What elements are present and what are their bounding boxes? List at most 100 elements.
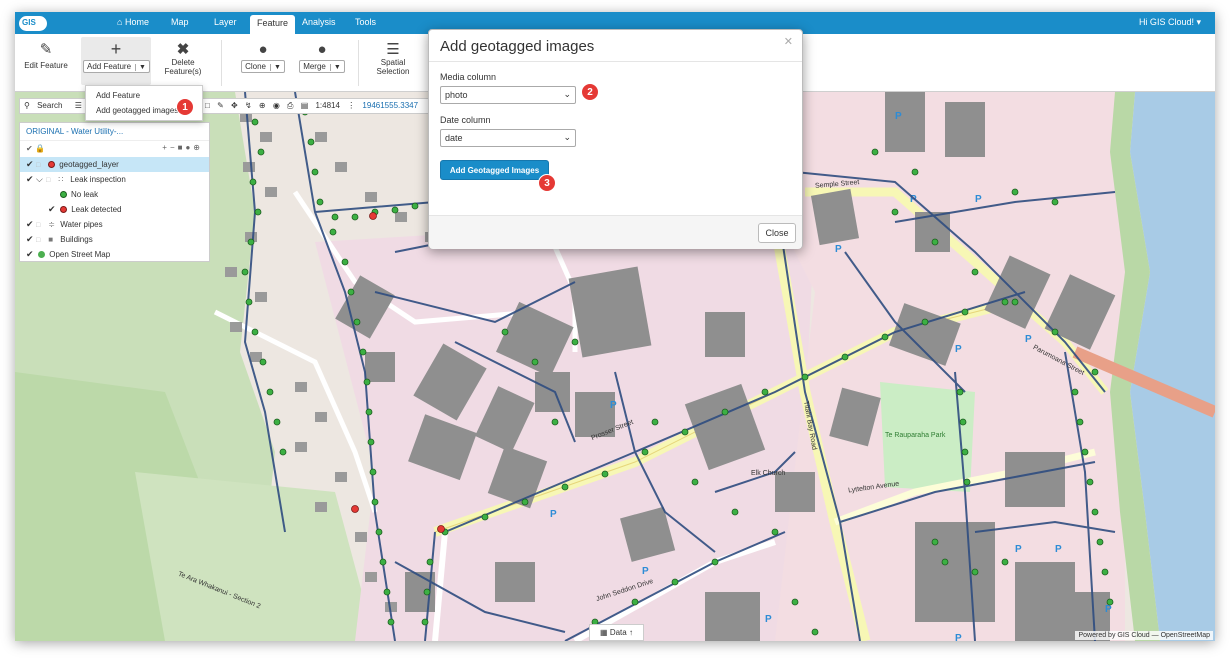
lock-icon[interactable]: □ (46, 173, 56, 188)
map-search-bar: ⚲ Search ☰ (19, 98, 92, 114)
map-tools-bar: □ ✎ ✥ ↯ ⊕ ◉ ⎙ ▤ 1:4814 ⋮ 19461555.3347 (200, 98, 430, 114)
merge-icon: ● (317, 41, 327, 58)
check-icon[interactable]: ✔ (26, 172, 36, 187)
app-window: GIS ⌂ Home Map Layer Feature Analysis To… (15, 12, 1215, 641)
layer-row-no-leak[interactable]: No leak (20, 187, 209, 202)
green-dot-icon (60, 191, 67, 198)
svg-text:P: P (1105, 604, 1112, 615)
add-feature-dropdown[interactable]: Add Feature ▼ (83, 60, 150, 73)
spatial-selection-button[interactable]: ☰ Spatial Selection (371, 41, 415, 76)
svg-text:P: P (975, 194, 982, 205)
layer-row-osm[interactable]: ✔ Open Street Map (20, 247, 209, 262)
red-dot-icon (60, 206, 68, 213)
grid-icon: ▦ (600, 628, 608, 637)
check-icon[interactable]: ✔ (26, 247, 36, 262)
search-button[interactable]: ⚲ Search (24, 101, 67, 110)
step-marker-1: 1 (176, 98, 194, 116)
merge-dropdown[interactable]: Merge ▼ (299, 60, 345, 73)
chevron-down-icon: ⌄ (563, 89, 571, 99)
plus-icon: + (110, 39, 122, 59)
home-icon: ⌂ (117, 17, 123, 27)
merge-button[interactable]: ● Merge ▼ (296, 41, 348, 73)
chevron-down-icon: ⌄ (563, 132, 571, 142)
globe-icon[interactable]: ◉ (273, 101, 280, 110)
select-box-icon[interactable]: □ (205, 101, 210, 110)
data-tab[interactable]: ▦ Data ↑ (589, 624, 644, 641)
add-geotagged-images-button[interactable]: Add Geotagged Images (440, 160, 549, 180)
pin-icon[interactable]: ↯ (245, 101, 252, 110)
layer-row-geotagged[interactable]: ✔ □ geotagged_layer (20, 157, 209, 172)
check-icon[interactable]: ✔ (48, 202, 58, 217)
edit-feature-button[interactable]: ✎ Edit Feature (23, 41, 69, 70)
nav-map[interactable]: Map (171, 17, 189, 27)
layer-row-leak-detected[interactable]: ✔ Leak detected (20, 202, 209, 217)
media-column-select[interactable]: photo ⌄ (440, 86, 576, 104)
gis-cloud-logo[interactable]: GIS (19, 14, 49, 31)
line-icon: ≑ (48, 220, 55, 229)
arrow-up-icon: ↑ (628, 628, 633, 637)
search-icon: ⚲ (24, 101, 30, 110)
layers-panel: ORIGINAL - Water Utility-... ✔ 🔒 +−■●⊕ ✔… (19, 122, 210, 262)
add-feature-button[interactable]: + Add Feature ▼ (83, 39, 150, 73)
category-icon: ∷ (58, 175, 64, 184)
caret-down-icon: ▼ (329, 64, 341, 71)
clone-button[interactable]: ● Clone ▼ (238, 41, 288, 73)
layer-row-leak-inspection[interactable]: ✔ ⌵ □ ∷ Leak inspection (20, 172, 209, 187)
step-marker-2: 2 (581, 83, 599, 101)
list-icon[interactable]: ☰ (75, 101, 82, 110)
svg-text:P: P (1055, 544, 1062, 555)
nav-analysis[interactable]: Analysis (302, 17, 336, 27)
zoom-icon[interactable]: ⊕ (259, 101, 266, 110)
map-attribution: Powered by GIS Cloud — OpenStreetMap (1075, 631, 1213, 640)
lock-icon[interactable]: 🔒 (35, 144, 45, 153)
svg-text:P: P (895, 111, 902, 122)
dialog-title: Add geotagged images (440, 38, 595, 55)
draw-icon[interactable]: ✎ (217, 101, 224, 110)
lock-icon[interactable]: □ (36, 233, 46, 248)
lock-icon[interactable]: □ (36, 158, 46, 173)
nav-tools[interactable]: Tools (355, 17, 376, 27)
svg-text:P: P (610, 400, 617, 411)
poi-label: Elk Church (751, 470, 786, 477)
check-all-icon[interactable]: ✔ (26, 144, 33, 153)
spatial-selection-icon: ☰ (386, 41, 400, 58)
layer-row-buildings[interactable]: ✔ □ ■ Buildings (20, 232, 209, 247)
svg-text:P: P (1015, 544, 1022, 555)
svg-text:P: P (642, 566, 649, 577)
svg-text:P: P (1025, 334, 1032, 345)
park-label: Te Rauparaha Park (885, 432, 946, 439)
add-layer-icon[interactable]: + (162, 143, 170, 152)
scale-icon: ▤ (300, 101, 309, 110)
delete-x-icon: ✖ (176, 41, 190, 58)
user-menu[interactable]: Hi GIS Cloud! ▾ (1139, 17, 1201, 28)
date-column-label: Date column (440, 115, 491, 125)
check-icon[interactable]: ✔ (26, 232, 36, 247)
zoom-layer-icon[interactable]: ⊕ (193, 143, 203, 152)
check-icon[interactable]: ✔ (26, 217, 36, 232)
check-icon[interactable]: ✔ (26, 157, 36, 172)
layer-row-water-pipes[interactable]: ✔ □ ≑ Water pipes (20, 217, 209, 232)
nav-layer[interactable]: Layer (214, 17, 237, 27)
red-dot-icon (48, 161, 56, 168)
close-button[interactable]: Close (758, 223, 796, 243)
basemap-icon (38, 251, 46, 258)
collapse-chevron-icon[interactable]: ⌵ (36, 172, 46, 187)
nav-feature[interactable]: Feature (250, 15, 296, 34)
lock-icon[interactable]: □ (36, 218, 46, 233)
step-marker-3: 3 (538, 174, 556, 192)
project-title[interactable]: ORIGINAL - Water Utility-... (20, 123, 209, 141)
nav-home[interactable]: ⌂ Home (117, 17, 149, 27)
caret-down-icon: ▼ (135, 64, 146, 71)
delete-feature-button[interactable]: ✖ Delete Feature(s) (161, 41, 205, 76)
svg-text:P: P (835, 244, 842, 255)
close-x-icon[interactable]: ✕ (784, 35, 793, 48)
remove-layer-icon[interactable]: − (170, 143, 178, 152)
more-icon[interactable]: ⋮ (347, 101, 355, 110)
pan-icon[interactable]: ✥ (231, 101, 238, 110)
polygon-icon: ■ (48, 235, 54, 244)
date-column-select[interactable]: date ⌄ (440, 129, 576, 147)
clone-dropdown[interactable]: Clone ▼ (241, 60, 285, 73)
svg-text:P: P (765, 614, 772, 625)
print-icon[interactable]: ⎙ (287, 101, 293, 110)
caret-down-icon: ▼ (269, 64, 281, 71)
